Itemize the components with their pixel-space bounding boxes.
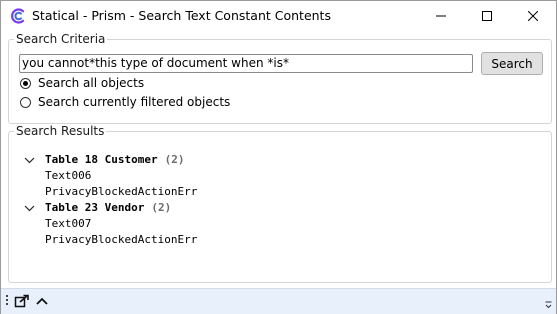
overflow-icon[interactable] <box>545 301 552 309</box>
tree-node-table-18-customer[interactable]: Table 18 Customer (2) <box>24 152 197 168</box>
minimize-icon <box>436 15 446 17</box>
radio-search-all[interactable]: Search all objects <box>20 76 144 90</box>
dialog-content: Search Criteria Search Search all object… <box>1 31 556 288</box>
radio-search-filtered-label: Search currently filtered objects <box>38 95 231 109</box>
close-icon <box>528 11 538 21</box>
minimize-button[interactable] <box>418 1 464 31</box>
radio-search-all-label: Search all objects <box>38 76 145 90</box>
chevron-down-icon[interactable] <box>24 155 35 165</box>
radio-selected-dot <box>23 80 28 86</box>
tree-item-privacyblockedactionerr[interactable]: PrivacyBlockedActionErr <box>24 232 197 248</box>
search-window: Statical - Prism - Search Text Constant … <box>0 0 557 314</box>
drag-grip-icon[interactable] <box>6 295 9 309</box>
export-icon[interactable] <box>14 293 30 309</box>
tree-node-count: (2) <box>164 153 185 166</box>
radio-search-filtered[interactable]: Search currently filtered objects <box>20 95 230 109</box>
search-results-group: Search Results Table 18 Customer (2) Text… <box>8 124 552 283</box>
search-button[interactable]: Search <box>481 52 543 75</box>
window-title: Statical - Prism - Search Text Constant … <box>32 8 331 23</box>
tree-node-label: Table 18 Customer (2) <box>45 153 185 166</box>
prism-logo-icon <box>11 8 25 24</box>
radio-search-all-control[interactable] <box>20 77 31 89</box>
tree-node-count: (2) <box>151 201 172 214</box>
tree-node-label: Table 23 Vendor (2) <box>45 201 172 214</box>
title-bar[interactable]: Statical - Prism - Search Text Constant … <box>1 1 556 31</box>
maximize-icon <box>482 11 492 21</box>
search-input[interactable] <box>19 54 473 73</box>
chevron-down-icon[interactable] <box>24 203 35 213</box>
search-results-legend: Search Results <box>14 124 107 138</box>
tree-item-text006[interactable]: Text006 <box>24 168 197 184</box>
tree-item-text007[interactable]: Text007 <box>24 216 197 232</box>
results-tree: Table 18 Customer (2) Text006 PrivacyBloc… <box>24 152 197 248</box>
search-criteria-group: Search Criteria Search Search all object… <box>8 32 552 124</box>
collapse-up-icon[interactable] <box>34 293 50 309</box>
maximize-button[interactable] <box>464 1 510 31</box>
radio-search-filtered-control[interactable] <box>20 96 31 108</box>
tree-node-table-23-vendor[interactable]: Table 23 Vendor (2) <box>24 200 197 216</box>
close-button[interactable] <box>510 1 556 31</box>
search-criteria-legend: Search Criteria <box>14 32 108 46</box>
bottom-toolbar <box>1 288 556 314</box>
tree-item-privacyblockedactionerr[interactable]: PrivacyBlockedActionErr <box>24 184 197 200</box>
